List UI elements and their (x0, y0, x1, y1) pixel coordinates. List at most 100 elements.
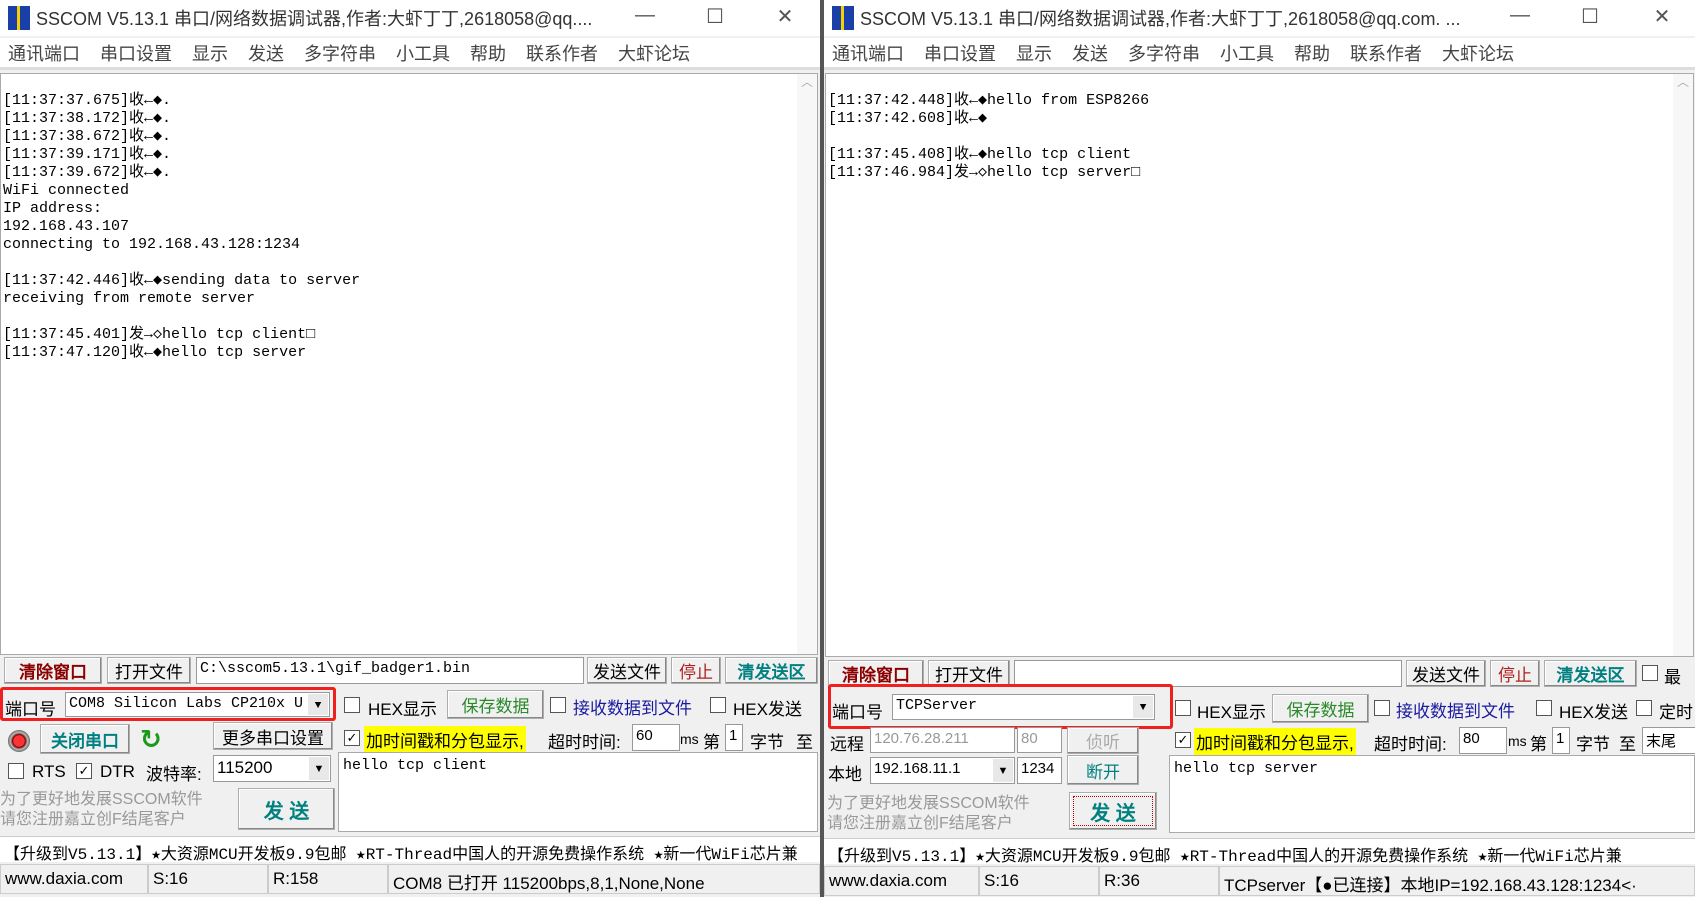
byte-from-input[interactable]: 1 (725, 724, 743, 751)
remote-port-input[interactable]: 80 (1017, 727, 1062, 753)
hex-send-label: HEX发送 (1559, 703, 1628, 722)
recv-to-file-checkbox[interactable] (1374, 700, 1390, 716)
send-text-area[interactable]: hello tcp client (338, 752, 818, 832)
send-button[interactable]: 发 送 (238, 788, 335, 830)
ad-ticker[interactable]: 【升级到V5.13.1】★大资源MCU开发板9.9包邮 ★RT-Thread中国… (0, 836, 820, 862)
hex-send-checkbox[interactable] (1536, 700, 1552, 716)
menu-item[interactable]: 联系作者 (1350, 40, 1422, 66)
hex-send-checkbox[interactable] (710, 697, 726, 713)
send-text-area[interactable]: hello tcp server (1169, 755, 1695, 833)
to-label: 至 (796, 733, 813, 752)
clear-send-button[interactable]: 清发送区 (1544, 660, 1637, 687)
menu-item[interactable]: 多字符串 (304, 40, 376, 66)
recv-to-file-checkbox[interactable] (550, 697, 566, 713)
chevron-down-icon[interactable]: ▼ (309, 757, 329, 780)
baud-label: 波特率: (146, 765, 202, 784)
local-ip-select[interactable]: 192.168.11.1 ▼ (870, 757, 1015, 784)
close-port-button[interactable]: 关闭串口 (40, 724, 130, 754)
open-file-button[interactable]: 打开文件 (928, 660, 1010, 687)
ad-ticker[interactable]: 【升级到V5.13.1】★大资源MCU开发板9.9包邮 ★RT-Thread中国… (824, 838, 1695, 864)
promo-text: 为了更好地发展SSCOM软件 请您注册嘉立创F结尾客户 (0, 790, 203, 830)
menu-item[interactable]: 通讯端口 (8, 40, 80, 66)
more-settings-button[interactable]: 更多串口设置 (213, 722, 333, 750)
hex-display-label: HEX显示 (368, 700, 437, 719)
save-data-button[interactable]: 保存数据 (447, 690, 544, 719)
minimize-icon[interactable]: — (1500, 4, 1540, 27)
chevron-down-icon[interactable]: ▼ (308, 694, 328, 715)
ms-label: ms (680, 731, 699, 747)
file-path-input[interactable] (1014, 660, 1402, 687)
open-file-button[interactable]: 打开文件 (107, 657, 191, 684)
receive-area[interactable]: [11:37:37.675]收←◆. [11:37:38.172]收←◆. [1… (0, 73, 818, 655)
receive-area[interactable]: [11:37:42.448]收←◆hello from ESP8266 [11:… (825, 73, 1694, 657)
menu-item[interactable]: 小工具 (396, 40, 450, 66)
to-select[interactable]: 末尾 (1642, 727, 1695, 754)
send-button[interactable]: 发 送 (1069, 792, 1157, 830)
menu-item[interactable]: 大虾论坛 (1442, 40, 1514, 66)
status-website[interactable]: www.daxia.com (0, 864, 148, 894)
menu-item[interactable]: 帮助 (1294, 40, 1330, 66)
left-sscom-window: SSCOM V5.13.1 串口/网络数据调试器,作者:大虾丁丁,2618058… (0, 0, 820, 897)
timed-send-checkbox[interactable] (1636, 700, 1652, 716)
menu-item[interactable]: 小工具 (1220, 40, 1274, 66)
baud-value: 115200 (217, 758, 273, 777)
menu-item[interactable]: 显示 (1016, 40, 1052, 66)
port-select[interactable]: COM8 Silicon Labs CP210x U ▼ (65, 692, 330, 717)
close-icon[interactable]: ✕ (765, 4, 805, 29)
menu-item[interactable]: 发送 (248, 40, 284, 66)
baud-select[interactable]: 115200 ▼ (213, 755, 331, 782)
timeout-input[interactable]: 60 (632, 724, 680, 751)
close-icon[interactable]: ✕ (1642, 4, 1682, 29)
clear-send-button[interactable]: 清发送区 (725, 657, 818, 684)
timeout-input[interactable]: 80 (1459, 727, 1507, 754)
hex-display-checkbox[interactable] (1175, 700, 1191, 716)
status-received-count: R:36 (1099, 866, 1219, 896)
local-label: 本地 (828, 765, 862, 784)
menu-bar: 通讯端口 串口设置 显示 发送 多字符串 小工具 帮助 联系作者 大虾论坛 (0, 38, 820, 70)
file-path-input[interactable]: C:\sscom5.13.1\gif_badger1.bin (196, 657, 584, 684)
listen-button[interactable]: 侦听 (1067, 727, 1139, 754)
save-data-button[interactable]: 保存数据 (1272, 694, 1369, 723)
chevron-down-icon[interactable]: ▼ (1133, 696, 1153, 718)
menu-item[interactable]: 串口设置 (100, 40, 172, 66)
vertical-scrollbar[interactable]: ︿ (797, 74, 817, 654)
menu-item[interactable]: 帮助 (470, 40, 506, 66)
local-ip-value: 192.168.11.1 (874, 760, 961, 777)
hex-display-checkbox[interactable] (344, 697, 360, 713)
chevron-down-icon[interactable]: ▼ (993, 759, 1013, 782)
clear-window-button[interactable]: 清除窗口 (4, 657, 102, 684)
port-select[interactable]: TCPServer ▼ (892, 694, 1155, 720)
dtr-label: DTR (100, 762, 135, 781)
send-file-button[interactable]: 发送文件 (1406, 660, 1486, 687)
menu-item[interactable]: 大虾论坛 (618, 40, 690, 66)
max-checkbox[interactable] (1642, 665, 1658, 681)
recv-to-file-label[interactable]: 接收数据到文件 (1396, 697, 1515, 722)
menu-item[interactable]: 发送 (1072, 40, 1108, 66)
rts-checkbox[interactable] (8, 763, 24, 779)
maximize-icon[interactable]: ☐ (1570, 4, 1610, 29)
stop-button[interactable]: 停止 (1490, 660, 1540, 687)
disconnect-button[interactable]: 断开 (1067, 755, 1139, 785)
byte-from-input[interactable]: 1 (1552, 727, 1570, 754)
timestamp-checkbox[interactable]: ✓ (344, 730, 360, 746)
remote-ip-input[interactable]: 120.76.28.211 (870, 727, 1015, 753)
menu-item[interactable]: 联系作者 (526, 40, 598, 66)
send-file-button[interactable]: 发送文件 (587, 657, 667, 684)
local-port-input[interactable]: 1234 (1017, 757, 1062, 784)
menu-item[interactable]: 显示 (192, 40, 228, 66)
menu-item[interactable]: 通讯端口 (832, 40, 904, 66)
recv-to-file-label[interactable]: 接收数据到文件 (573, 694, 692, 719)
maximize-icon[interactable]: ☐ (695, 4, 735, 29)
menu-item[interactable]: 多字符串 (1128, 40, 1200, 66)
port-value: TCPServer (896, 697, 978, 714)
stop-button[interactable]: 停止 (671, 657, 721, 684)
dtr-checkbox[interactable]: ✓ (76, 763, 92, 779)
status-website[interactable]: www.daxia.com (824, 866, 979, 896)
timestamp-checkbox[interactable]: ✓ (1175, 732, 1191, 748)
vertical-scrollbar[interactable]: ︿ (1673, 74, 1693, 656)
minimize-icon[interactable]: — (625, 4, 665, 27)
status-sent-count: S:16 (979, 866, 1099, 896)
menu-item[interactable]: 串口设置 (924, 40, 996, 66)
clear-window-button[interactable]: 清除窗口 (828, 660, 924, 687)
refresh-icon[interactable]: ↻ (140, 724, 162, 755)
